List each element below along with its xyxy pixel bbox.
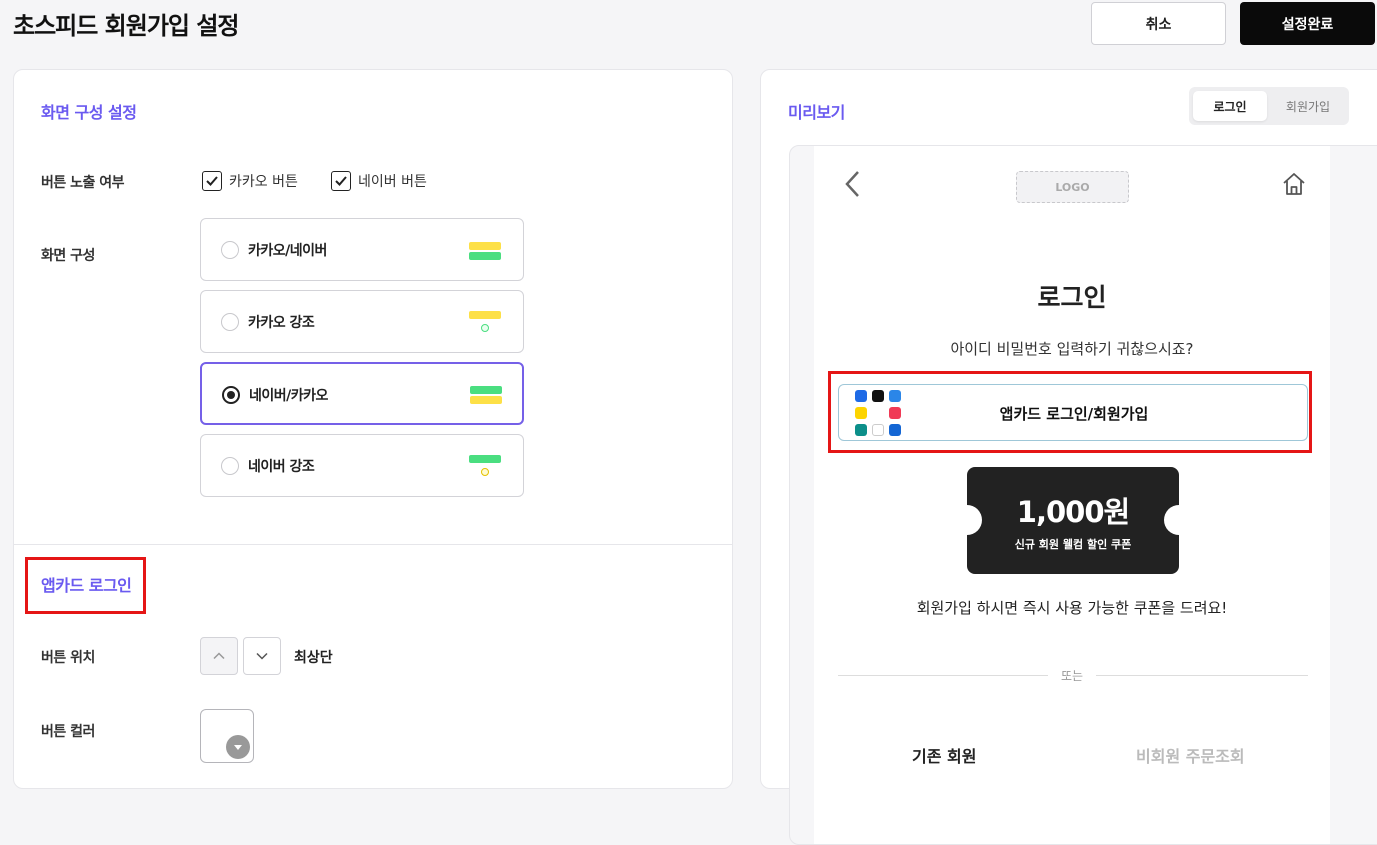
- button-color-picker[interactable]: [200, 709, 254, 763]
- kakao-button-checkbox[interactable]: 카카오 버튼: [202, 171, 298, 191]
- login-subtitle: 아이디 비밀번호 입력하기 귀찮으시죠?: [950, 340, 1194, 358]
- layout-label: 화면 구성: [41, 248, 95, 264]
- card-app-icon: [855, 390, 867, 402]
- radio-selected-icon: [222, 386, 240, 404]
- layout-preview-icon: [469, 311, 501, 335]
- preview-title: 미리보기: [788, 103, 845, 122]
- layout-option-label: 카카오 강조: [248, 315, 315, 331]
- or-text: 또는: [1060, 669, 1084, 683]
- guest-order-tab[interactable]: 비회원 주문조회: [1136, 743, 1245, 767]
- layout-option-kakao-naver[interactable]: 카카오/네이버: [200, 218, 524, 281]
- coupon-description: 신규 회원 웰컴 할인 쿠폰: [1014, 538, 1132, 551]
- naver-button-label: 네이버 버튼: [358, 174, 427, 190]
- logo-placeholder: LOGO: [1016, 171, 1129, 203]
- appcard-login-button[interactable]: 앱카드 로그인/회원가입: [838, 384, 1308, 441]
- phone-preview: LOGO 로그인 아이디 비밀번호 입력하기 귀찮으시죠? 앱카드 로그인/회원…: [789, 145, 1377, 845]
- button-position-label: 버튼 위치: [41, 650, 95, 666]
- checkbox-checked-icon: [202, 171, 222, 191]
- tab-login[interactable]: 로그인: [1193, 91, 1267, 121]
- card-app-icon: [855, 424, 867, 436]
- button-color-label: 버튼 컬러: [41, 724, 95, 740]
- appcard-button-label: 앱카드 로그인/회원가입: [999, 405, 1149, 423]
- coupon-message: 회원가입 하시면 즉시 사용 가능한 쿠폰을 드려요!: [916, 599, 1228, 617]
- radio-icon: [221, 241, 239, 259]
- button-position-value: 최상단: [294, 650, 333, 666]
- settings-panel: 화면 구성 설정 버튼 노출 여부 카카오 버튼 네이버 버튼 화면 구성 카카…: [13, 69, 733, 789]
- layout-preview-icon: [469, 455, 501, 479]
- kakao-button-label: 카카오 버튼: [229, 174, 298, 190]
- coupon-amount: 1,000원: [1016, 495, 1130, 529]
- coupon-card: 1,000원 신규 회원 웰컴 할인 쿠폰: [952, 467, 1194, 574]
- layout-option-label: 네이버 강조: [248, 459, 315, 475]
- layout-option-naver-emphasis[interactable]: 네이버 강조: [200, 434, 524, 497]
- card-app-icon: [872, 424, 884, 436]
- layout-option-label: 네이버/카카오: [249, 388, 328, 404]
- appcard-login-title: 앱카드 로그인: [41, 576, 132, 595]
- home-icon[interactable]: [1281, 171, 1307, 197]
- checkbox-checked-icon: [331, 171, 351, 191]
- login-title: 로그인: [1037, 283, 1107, 312]
- card-app-icon: [872, 390, 884, 402]
- dropdown-arrow-icon: [226, 735, 250, 759]
- section-divider: [14, 544, 732, 545]
- header: 초스피드 회원가입 설정 취소 설정완료: [0, 0, 1377, 60]
- layout-option-label: 카카오/네이버: [248, 243, 327, 259]
- preview-panel: 미리보기 로그인 회원가입 LOGO 로그인 아이디 비밀번호 입력하기 귀찮으…: [760, 69, 1377, 845]
- chevron-up-icon: [213, 652, 225, 660]
- button-visibility-label: 버튼 노출 여부: [41, 175, 125, 191]
- chevron-down-icon: [256, 652, 268, 660]
- tab-signup[interactable]: 회원가입: [1271, 91, 1345, 121]
- card-app-icon: [889, 390, 901, 402]
- cancel-button[interactable]: 취소: [1091, 2, 1226, 45]
- screen-config-title: 화면 구성 설정: [41, 103, 137, 122]
- back-arrow-icon[interactable]: [844, 170, 860, 198]
- layout-preview-icon: [469, 239, 501, 263]
- move-down-button[interactable]: [243, 637, 281, 675]
- done-button[interactable]: 설정완료: [1240, 2, 1375, 45]
- radio-icon: [221, 313, 239, 331]
- move-up-button[interactable]: [200, 637, 238, 675]
- preview-screen: LOGO 로그인 아이디 비밀번호 입력하기 귀찮으시죠? 앱카드 로그인/회원…: [814, 146, 1330, 844]
- card-app-icon: [889, 424, 901, 436]
- layout-preview-icon: [470, 384, 502, 408]
- layout-option-naver-kakao[interactable]: 네이버/카카오: [200, 362, 524, 425]
- naver-button-checkbox[interactable]: 네이버 버튼: [331, 171, 427, 191]
- layout-option-kakao-emphasis[interactable]: 카카오 강조: [200, 290, 524, 353]
- page-title: 초스피드 회원가입 설정: [13, 12, 240, 40]
- existing-member-tab[interactable]: 기존 회원: [912, 743, 976, 767]
- preview-tab-group: 로그인 회원가입: [1189, 87, 1349, 125]
- radio-icon: [221, 457, 239, 475]
